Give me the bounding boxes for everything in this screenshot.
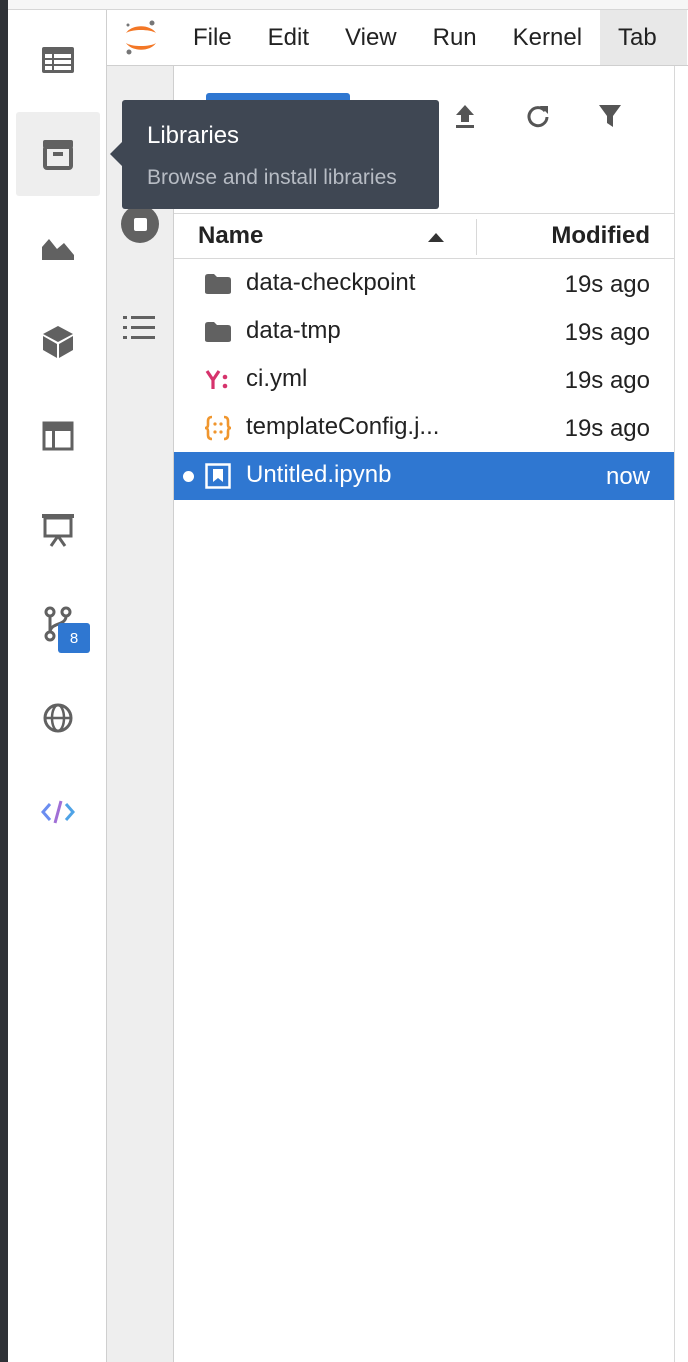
menu-run[interactable]: Run [415,10,495,65]
activity-charts[interactable] [16,206,100,290]
activity-models[interactable] [16,300,100,384]
file-list-header: Name Modified [174,213,674,259]
tooltip-title: Libraries [147,122,240,149]
jupyter-logo-icon [126,20,156,54]
file-modified: 19s ago [564,271,650,298]
window-edge [0,0,8,1362]
activity-code[interactable] [16,770,100,854]
file-row-selected[interactable]: Untitled.ipynb now [174,452,674,500]
presentation-icon [42,514,74,547]
file-row[interactable]: data-tmp 19s ago [174,308,674,356]
refresh-button[interactable] [520,98,556,134]
file-row[interactable]: ci.yml 19s ago [174,356,674,404]
column-name-header[interactable]: Name [198,222,263,250]
menu-view[interactable]: View [327,10,415,65]
title-strip [8,0,688,10]
yaml-icon [204,366,232,394]
libraries-tooltip: Libraries Browse and install libraries [122,100,439,209]
code-icon [41,800,75,824]
upload-icon [456,105,474,128]
area-chart-icon [42,239,74,260]
table-icon [42,47,74,73]
running-sessions-tab[interactable] [121,205,159,243]
filter-button[interactable] [592,98,628,134]
file-modified: 19s ago [564,367,650,394]
activity-presentation[interactable] [16,488,100,572]
column-modified-header[interactable]: Modified [551,222,650,250]
panel-divider [674,66,675,1362]
file-name: Untitled.ipynb [246,461,392,488]
menu-bar: File Edit View Run Kernel Tab [107,10,688,66]
upload-button[interactable] [447,98,483,134]
file-row[interactable]: data-checkpoint 19s ago [174,260,674,308]
file-modified: 19s ago [564,415,650,442]
jupyter-logo [107,10,175,65]
tooltip-subtitle: Browse and install libraries [147,166,397,189]
menu-tabs[interactable]: Tab [600,10,687,65]
table-of-contents-tab[interactable] [122,314,156,347]
globe-icon [43,703,73,733]
list-icon [123,316,155,339]
unsaved-dot-icon [183,471,194,482]
column-divider[interactable] [476,219,477,255]
sort-ascending-icon[interactable] [428,233,444,242]
menu-file[interactable]: File [175,10,250,65]
file-name: data-checkpoint [246,269,416,296]
cube-icon [43,326,73,358]
activity-libraries[interactable] [16,112,100,196]
folder-icon [204,318,232,346]
activity-bar [8,10,107,1362]
layout-icon [42,421,74,451]
side-tab-strip [107,66,174,1362]
file-modified: now [605,463,650,490]
tooltip-arrow [110,142,122,166]
filter-icon [599,105,621,127]
refresh-icon [527,106,549,128]
menu-kernel[interactable]: Kernel [495,10,600,65]
menu-edit[interactable]: Edit [250,10,327,65]
file-row[interactable]: templateConfig.j... 19s ago [174,404,674,452]
activity-web[interactable] [16,676,100,760]
activity-table[interactable] [16,18,100,102]
json-icon [204,414,232,442]
git-changes-badge: 8 [58,623,90,653]
file-name: ci.yml [246,365,308,392]
folder-icon [204,270,232,298]
library-icon [43,140,73,170]
activity-layout[interactable] [16,394,100,478]
notebook-icon [204,462,232,490]
file-name: data-tmp [246,317,341,344]
file-name: templateConfig.j... [246,413,440,440]
file-modified: 19s ago [564,319,650,346]
stop-icon [133,217,147,231]
